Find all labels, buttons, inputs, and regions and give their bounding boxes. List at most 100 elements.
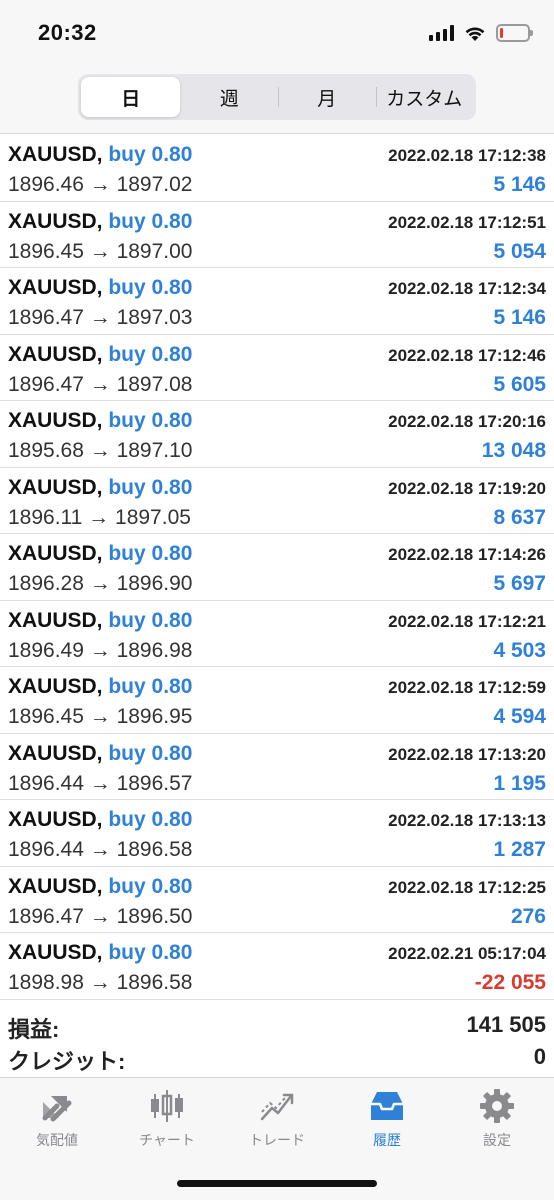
battery-icon bbox=[496, 24, 533, 42]
deal-side-volume: buy 0.80 bbox=[108, 808, 193, 831]
quotes-arrows-icon bbox=[42, 1096, 72, 1122]
deal-time: 2022.02.18 17:12:34 bbox=[388, 279, 546, 298]
deal-symbol-name: XAUUSD, bbox=[8, 808, 103, 831]
tab-history[interactable]: 履歴 bbox=[332, 1086, 442, 1156]
tab-custom-label: カスタム bbox=[386, 88, 463, 110]
deal-symbol-name: XAUUSD, bbox=[8, 342, 103, 366]
deal-history-list: XAUUSD, buy 0.80 2022.02.18 17:12:38 1896.… bbox=[0, 135, 554, 1000]
deal-symbol-name: XAUUSD, bbox=[8, 276, 103, 299]
deal-symbol-name: XAUUSD, bbox=[8, 409, 103, 432]
deal-profit: 5 146 bbox=[493, 173, 546, 196]
credit-value: 0 bbox=[533, 1044, 546, 1069]
tab-day[interactable]: 日 bbox=[81, 77, 181, 117]
deal-symbol: XAUUSD, buy 0.80 bbox=[8, 675, 192, 699]
deal-symbol-name: XAUUSD, bbox=[8, 542, 103, 565]
deal-side-volume: buy 0.80 bbox=[108, 874, 193, 898]
deal-symbol: XAUUSD, buy 0.80 bbox=[8, 476, 192, 500]
deal-time: 2022.02.18 17:20:16 bbox=[388, 412, 546, 431]
deal-profit: 4 503 bbox=[493, 638, 546, 662]
deal-row[interactable]: XAUUSD, buy 0.80 2022.02.18 17:12:38 1896.… bbox=[0, 135, 554, 202]
deal-prices: 1895.68 → 1897.10 bbox=[8, 439, 193, 462]
tab-trade[interactable]: トレード bbox=[222, 1086, 332, 1156]
deal-time: 2022.02.18 17:12:21 bbox=[388, 611, 546, 631]
profit-row: 損益: 141 505 bbox=[0, 1008, 554, 1042]
status-time: 20:32 bbox=[38, 20, 97, 45]
deal-symbol-name: XAUUSD, bbox=[8, 675, 103, 698]
credit-label: クレジット: bbox=[8, 1049, 126, 1074]
deal-time: 2022.02.21 05:17:04 bbox=[388, 944, 546, 963]
deal-prices: 1896.11 → 1897.05 bbox=[8, 505, 191, 529]
deal-prices: 1896.47 → 1897.03 bbox=[8, 306, 193, 329]
deal-row[interactable]: XAUUSD, buy 0.80 2022.02.18 17:12:46 1896.… bbox=[0, 335, 554, 401]
deal-profit: 5 146 bbox=[493, 306, 546, 329]
deal-symbol: XAUUSD, buy 0.80 bbox=[8, 276, 192, 300]
deal-row[interactable]: XAUUSD, buy 0.80 2022.02.18 17:20:16 1895.… bbox=[0, 401, 554, 468]
deal-prices: 1896.45 → 1897.00 bbox=[8, 239, 193, 263]
deal-row[interactable]: XAUUSD, buy 0.80 2022.02.18 17:12:25 1896.… bbox=[0, 867, 554, 933]
deal-symbol-name: XAUUSD, bbox=[8, 608, 103, 632]
deal-side-volume: buy 0.80 bbox=[108, 143, 193, 166]
deal-row[interactable]: XAUUSD, buy 0.80 2022.02.21 05:17:04 1898.… bbox=[0, 933, 554, 1000]
candlestick-chart-icon bbox=[151, 1090, 183, 1122]
deal-profit: 5 605 bbox=[493, 372, 546, 396]
tab-week-label: 週 bbox=[219, 88, 239, 110]
tab-chart-label: チャート bbox=[139, 1132, 195, 1148]
deal-time: 2022.02.18 17:12:46 bbox=[388, 345, 546, 365]
deal-row[interactable]: XAUUSD, buy 0.80 2022.02.18 17:12:59 1896.… bbox=[0, 667, 554, 734]
deal-profit: 5 697 bbox=[493, 572, 546, 595]
tab-month-label: 月 bbox=[317, 88, 337, 110]
deal-symbol: XAUUSD, buy 0.80 bbox=[8, 808, 192, 832]
deal-prices: 1896.46 → 1897.02 bbox=[8, 173, 193, 196]
deal-prices: 1896.28 → 1896.90 bbox=[8, 572, 193, 595]
trade-line-icon bbox=[260, 1093, 294, 1121]
deal-row[interactable]: XAUUSD, buy 0.80 2022.02.18 17:12:51 1896.… bbox=[0, 202, 554, 268]
deal-time: 2022.02.18 17:14:26 bbox=[388, 545, 546, 564]
deal-symbol: XAUUSD, buy 0.80 bbox=[8, 609, 192, 633]
tab-week[interactable]: 週 bbox=[180, 77, 278, 117]
tab-settings[interactable]: 設定 bbox=[442, 1086, 552, 1156]
deal-side-volume: buy 0.80 bbox=[108, 475, 193, 499]
deal-profit: 1 287 bbox=[493, 838, 546, 861]
gear-icon bbox=[480, 1089, 514, 1123]
tab-settings-label: 設定 bbox=[483, 1132, 511, 1148]
deal-side-volume: buy 0.80 bbox=[108, 941, 193, 964]
deal-side-volume: buy 0.80 bbox=[108, 675, 193, 698]
deal-profit: 4 594 bbox=[493, 705, 546, 728]
deal-symbol-name: XAUUSD, bbox=[8, 209, 103, 233]
deal-symbol-name: XAUUSD, bbox=[8, 143, 103, 166]
deal-row[interactable]: XAUUSD, buy 0.80 2022.02.18 17:19:20 1896.… bbox=[0, 468, 554, 534]
deal-time: 2022.02.18 17:13:20 bbox=[388, 744, 546, 764]
deal-symbol: XAUUSD, buy 0.80 bbox=[8, 143, 192, 167]
deal-row[interactable]: XAUUSD, buy 0.80 2022.02.18 17:13:13 1896.… bbox=[0, 800, 554, 867]
deal-profit: 276 bbox=[510, 904, 546, 928]
deal-row[interactable]: XAUUSD, buy 0.80 2022.02.18 17:12:21 1896.… bbox=[0, 601, 554, 667]
deal-symbol: XAUUSD, buy 0.80 bbox=[8, 210, 192, 234]
deal-prices: 1896.45 → 1896.95 bbox=[8, 705, 193, 728]
tab-month[interactable]: 月 bbox=[277, 77, 376, 117]
deal-symbol: XAUUSD, buy 0.80 bbox=[8, 941, 192, 965]
deal-profit: 8 637 bbox=[493, 505, 546, 529]
deal-symbol-name: XAUUSD, bbox=[8, 941, 103, 964]
deal-symbol: XAUUSD, buy 0.80 bbox=[8, 343, 192, 367]
deal-row[interactable]: XAUUSD, buy 0.80 2022.02.18 17:12:34 1896.… bbox=[0, 268, 554, 335]
deal-side-volume: buy 0.80 bbox=[108, 741, 193, 765]
tab-chart[interactable]: チャート bbox=[112, 1086, 222, 1156]
tab-custom[interactable]: カスタム bbox=[375, 77, 474, 117]
tab-trade-label: トレード bbox=[249, 1132, 305, 1148]
deal-prices: 1898.98 → 1896.58 bbox=[8, 971, 193, 994]
deal-row[interactable]: XAUUSD, buy 0.80 2022.02.18 17:14:26 1896.… bbox=[0, 534, 554, 601]
deal-symbol-name: XAUUSD, bbox=[8, 741, 103, 765]
deal-time: 2022.02.18 17:19:20 bbox=[388, 478, 546, 498]
home-indicator[interactable] bbox=[177, 1180, 377, 1187]
profit-value: 141 505 bbox=[466, 1012, 546, 1037]
deal-time: 2022.02.18 17:13:13 bbox=[388, 811, 546, 830]
status-bar: 20:32 bbox=[0, 0, 554, 68]
deal-time: 2022.02.18 17:12:51 bbox=[388, 212, 546, 232]
deal-side-volume: buy 0.80 bbox=[108, 209, 193, 233]
deal-side-volume: buy 0.80 bbox=[108, 409, 193, 432]
deal-row[interactable]: XAUUSD, buy 0.80 2022.02.18 17:13:20 1896.… bbox=[0, 734, 554, 800]
tab-quotes[interactable]: 気配値 bbox=[2, 1086, 112, 1156]
deal-profit: 1 195 bbox=[493, 771, 546, 795]
tab-quotes-label: 気配値 bbox=[36, 1132, 78, 1148]
deal-symbol-name: XAUUSD, bbox=[8, 475, 103, 499]
